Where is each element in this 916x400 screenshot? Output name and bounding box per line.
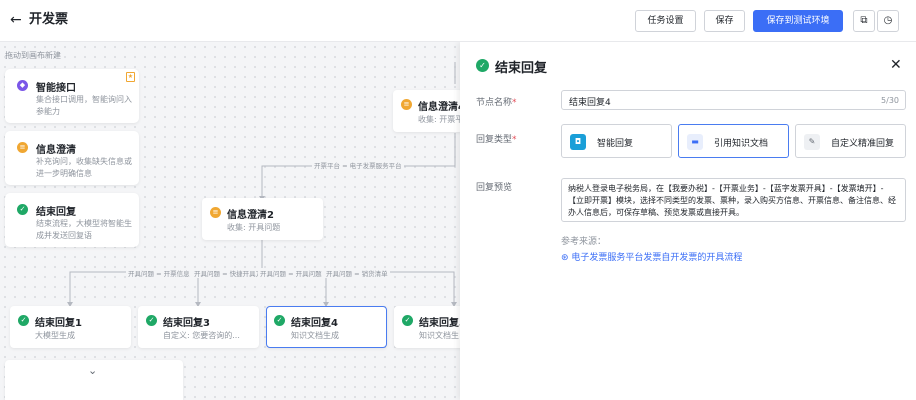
palette-item-end-reply[interactable]: ✓ 结束回复 结束流程，大模型将智能生成并发送回复语 [5,193,139,247]
reply-type-knowledge[interactable]: ▬ 引用知识文档 [678,124,789,158]
node-name: 结束回复1 [35,318,82,329]
node-name: 信息澄清4 [418,102,460,113]
node-name-field[interactable]: 结束回复4 5/30 [561,90,906,110]
node-subtitle: 收集: 开具问题 [227,223,281,232]
node-end1[interactable]: ✓ 结束回复1 大模型生成 [10,306,131,348]
palette-item-name: 结束回复 [36,207,76,218]
node-name: 结束回复5 [419,318,460,329]
node-subtitle: 收集: 开票平 [418,115,460,124]
panel-title: 结束回复 [495,61,548,76]
check-circle-icon: ✓ [17,204,28,215]
check-circle-icon: ✓ [18,315,29,326]
label-text: 节点名称 [476,98,513,108]
reference-label: 参考来源： [561,237,607,247]
node-settings-panel: ✓ 结束回复 ✕ 节点名称* 结束回复4 5/30 回复类型* ◘ 智能回复 ▬… [460,42,916,400]
close-icon[interactable]: ✕ [890,57,902,73]
check-circle-icon: ✓ [402,315,413,326]
save-to-test-button[interactable]: 保存到测试环境 [753,10,843,32]
reference-link-text[interactable]: 电子发票服务平台发票自开发票的开具流程 [571,253,742,263]
reply-type-custom[interactable]: ✎ 自定义精准回复 [795,124,906,158]
chat-icon: ≡ [210,207,221,218]
node-subtitle: 知识文档生 [419,331,459,340]
char-count: 5/30 [881,96,899,105]
palette-item-desc: 结束流程，大模型将智能生成并发送回复语 [36,219,132,240]
arrow-left-icon[interactable]: ← [10,12,22,28]
palette-item-name: 信息澄清 [36,145,76,156]
page-title: 开发票 [29,12,69,27]
palette-item-clarify[interactable]: ≡ 信息澄清 补充询问，收集缺失信息或进一步明确信息 [5,131,139,185]
pencil-icon: ✎ [804,134,820,150]
folder-icon: ▬ [687,134,703,150]
chevron-down-icon[interactable]: ⌄ [88,364,97,377]
palette-item-desc: 集合接口调用，智能询问入参能力 [36,95,132,116]
node-subtitle: 知识文档生成 [291,331,339,340]
node-name: 信息澄清2 [227,210,274,221]
palette-item-smart-api[interactable]: ◆ 智能接口 集合接口调用，智能询问入参能力 ★ [5,69,139,123]
node-end4[interactable]: ✓ 结束回复4 知识文档生成 [266,306,387,348]
flow-canvas[interactable]: 拖动到画布新建 ◆ 智能接口 集合接口调用，智能询问入参能力 ★ ≡ 信息澄清 … [0,42,460,400]
chat-icon: ≡ [401,99,412,110]
node-subtitle: 大模型生成 [35,331,75,340]
palette-item-name: 智能接口 [36,83,76,94]
smart-reply-icon: ◘ [570,134,586,150]
reply-type-smart[interactable]: ◘ 智能回复 [561,124,672,158]
edge-label: 开具问题 = 销货清单 [324,268,390,278]
reply-preview-box: 纳税人登录电子税务局，在【我要办税】-【开票业务】-【蓝字发票开具】-【发票填开… [561,178,906,222]
check-circle-icon: ✓ [476,59,489,72]
required-mark: * [512,98,517,108]
node-end3[interactable]: ✓ 结束回复3 自定义: 您要咨询的... [138,306,259,348]
node-name: 结束回复3 [163,318,210,329]
edge-label: 开具问题 = 快捷开具方 [192,268,265,278]
required-mark: * [512,135,517,145]
node-name: 结束回复4 [291,318,338,329]
clock-icon[interactable]: ◷ [877,10,899,32]
reply-type-label-text: 自定义精准回复 [831,139,895,149]
palette-item-desc: 补充询问，收集缺失信息或进一步明确信息 [36,157,132,178]
edge-label: 开票平台 = 电子发票服务平台 [312,160,404,170]
reply-type-label-text: 智能回复 [597,139,634,149]
reply-type-label-text: 引用知识文档 [714,139,769,149]
cube-icon: ◆ [17,80,28,91]
task-settings-button[interactable]: 任务设置 [635,10,696,32]
node-name-label: 节点名称* [476,95,517,108]
label-text: 回复类型 [476,135,513,145]
top-bar: ← 开发票 任务设置 保存 保存到测试环境 ⧉ ◷ [0,0,916,42]
check-circle-icon: ✓ [146,315,157,326]
edge-label: 开具问题 = 开票信息 [126,268,192,278]
node-clarify2[interactable]: ≡ 信息澄清2 收集: 开具问题 [202,198,323,240]
bookmark-icon[interactable]: ★ [126,72,135,82]
node-clarify4[interactable]: ≡ 信息澄清4 收集: 开票平 [393,90,460,132]
preview-label: 回复预览 [476,183,513,193]
reply-type-label: 回复类型* [476,132,517,145]
save-button[interactable]: 保存 [704,10,745,32]
check-circle-icon: ✓ [274,315,285,326]
copy-icon[interactable]: ⧉ [853,10,875,32]
collapsed-panel[interactable]: ⌄ [5,360,183,400]
drag-hint: 拖动到画布新建 [5,51,61,60]
node-subtitle: 自定义: 您要咨询的... [163,331,240,340]
link-icon: ⊛ [561,253,572,263]
reference-link[interactable]: ⊛ 电子发票服务平台发票自开发票的开具流程 [561,250,742,263]
chat-icon: ≡ [17,142,28,153]
node-end5[interactable]: ✓ 结束回复5 知识文档生 [394,306,460,348]
node-name-value: 结束回复4 [569,98,611,108]
edge-label: 开具问题 = 开具问题 [258,268,324,278]
